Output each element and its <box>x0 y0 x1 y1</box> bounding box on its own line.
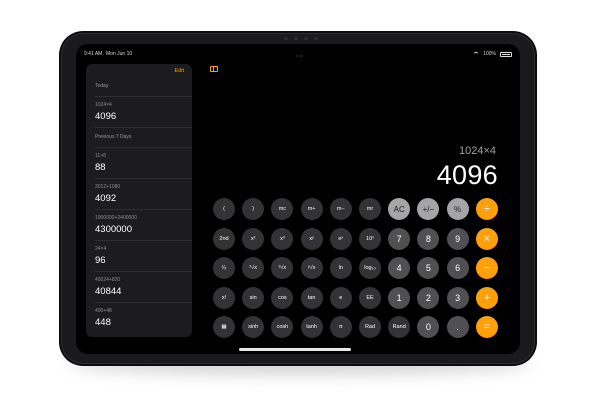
status-time: 9:41 AM <box>84 51 103 57</box>
cos-key[interactable]: cos <box>271 286 294 309</box>
divider <box>95 96 192 97</box>
divider <box>95 302 192 303</box>
mc-key[interactable]: mc <box>271 198 294 220</box>
log-key[interactable]: log₁₀ <box>359 257 381 279</box>
history-result: 4300000 <box>95 224 132 235</box>
plus-minus-key[interactable]: +/− <box>417 198 440 220</box>
sinh-key[interactable]: sinh <box>242 316 265 338</box>
history-result: 4092 <box>95 193 117 204</box>
percent-key[interactable]: % <box>446 198 469 220</box>
7-key[interactable]: 7 <box>388 227 411 250</box>
rand-key[interactable]: Rand <box>388 316 411 338</box>
history-item[interactable]: 24×4 96 <box>95 246 185 266</box>
tanh-key[interactable]: tanh <box>300 316 323 338</box>
x-key[interactable]: x² <box>242 227 265 250</box>
history-result: 88 <box>95 162 106 173</box>
history-result: 96 <box>95 255 106 266</box>
status-right: 100% <box>473 51 512 57</box>
decimal-key[interactable]: . <box>446 316 469 338</box>
wifi-icon <box>473 51 480 57</box>
expression-display: 1024×4 <box>458 145 496 157</box>
history-item[interactable]: 1900000+2400000 4300000 <box>95 215 185 235</box>
x-key[interactable]: x! <box>213 286 235 309</box>
cosh-key[interactable]: cosh <box>271 316 294 338</box>
divider <box>95 240 192 241</box>
equals-key[interactable]: = <box>475 316 498 338</box>
ee-key[interactable]: EE <box>359 286 381 309</box>
history-item[interactable]: 40024+820 40844 <box>95 277 185 297</box>
home-indicator[interactable] <box>239 348 351 351</box>
8-key[interactable]: 8 <box>417 227 440 250</box>
history-expression: 1024×4 <box>95 102 112 108</box>
edit-button[interactable]: Edit <box>175 68 184 74</box>
divider <box>95 127 192 128</box>
battery-icon <box>500 51 512 57</box>
x-key[interactable]: xʸ <box>300 227 323 250</box>
ln-key[interactable]: ln <box>329 257 352 279</box>
x-key[interactable]: ³√x <box>271 257 294 279</box>
history-item[interactable]: 3012+1080 4092 <box>95 184 185 204</box>
front-camera <box>281 37 321 40</box>
add-key[interactable]: + <box>475 286 498 309</box>
status-bar: 9:41 AM Mon Jun 10 ••• 100% <box>84 51 512 61</box>
divider <box>95 147 192 148</box>
sidebar-toggle-icon[interactable] <box>210 66 218 72</box>
e-key[interactable]: e <box>329 286 352 309</box>
multitask-dots-icon[interactable]: ••• <box>296 53 303 58</box>
divider <box>95 271 192 272</box>
x-key[interactable]: ²√x <box>242 257 265 279</box>
1-key[interactable]: 1 <box>388 286 411 309</box>
section-previous-7-days: Previous 7 Days <box>95 134 132 140</box>
6-key[interactable]: 6 <box>446 257 469 279</box>
history-expression: 400+48 <box>95 308 112 314</box>
10-key[interactable]: 10ˣ <box>359 227 381 250</box>
history-expression: 3012+1080 <box>95 184 121 190</box>
3-key[interactable]: 3 <box>446 286 469 309</box>
4-key[interactable]: 4 <box>388 257 411 279</box>
battery-percent: 100% <box>483 51 496 57</box>
2nd-key[interactable]: 2nd <box>213 227 235 250</box>
ac-key[interactable]: AC <box>388 198 411 220</box>
history-panel: Edit Today 1024×4 4096 Previous 7 Days 1… <box>86 64 192 337</box>
0-key[interactable]: 0 <box>417 316 440 338</box>
history-expression: 1900000+2400000 <box>95 215 137 221</box>
2-key[interactable]: 2 <box>417 286 440 309</box>
key-2-0-key[interactable]: ¹⁄ₓ <box>213 257 235 279</box>
m-key[interactable]: m+ <box>300 198 323 220</box>
rad-key[interactable]: Rad <box>359 316 381 338</box>
close-paren-key[interactable]: ) <box>242 198 265 220</box>
sin-key[interactable]: sin <box>242 286 265 309</box>
5-key[interactable]: 5 <box>417 257 440 279</box>
multiply-key[interactable]: × <box>475 227 498 250</box>
keypad: () mc m+ m− mr AC +/−% ÷ 2nd x² x³ xʸ eˣ 10ˣ 7 8 9 × ¹⁄ₓ ²√… <box>213 198 504 338</box>
calculator-mode-icon[interactable]: ▦ <box>213 316 235 338</box>
section-today: Today <box>95 83 109 89</box>
e-key[interactable]: eˣ <box>329 227 352 250</box>
screen: 9:41 AM Mon Jun 10 ••• 100% Edit Today 1… <box>76 44 520 354</box>
m-key[interactable]: m− <box>329 198 352 220</box>
history-result: 40844 <box>95 286 122 297</box>
history-result: 448 <box>95 317 111 328</box>
9-key[interactable]: 9 <box>446 227 469 250</box>
open-paren-key[interactable]: ( <box>213 198 235 220</box>
history-expression: 24×4 <box>95 246 107 252</box>
key-4-4-key[interactable]: π <box>329 316 352 338</box>
status-date: Mon Jun 10 <box>106 51 133 57</box>
result-display: 4096 <box>436 160 498 190</box>
divider <box>95 178 192 179</box>
tan-key[interactable]: tan <box>300 286 323 309</box>
x-key[interactable]: x³ <box>271 227 294 250</box>
history-expression: 11×8 <box>95 153 106 159</box>
history-expression: 40024+820 <box>95 277 121 283</box>
history-item[interactable]: 400+48 448 <box>95 308 185 328</box>
mr-key[interactable]: mr <box>359 198 381 220</box>
divide-key[interactable]: ÷ <box>475 198 498 220</box>
subtract-key[interactable]: − <box>475 257 498 279</box>
history-result: 4096 <box>95 111 117 122</box>
x-key[interactable]: ʸ√x <box>300 257 323 279</box>
history-item[interactable]: 11×8 88 <box>95 153 185 173</box>
history-item[interactable]: 1024×4 4096 <box>95 102 185 122</box>
divider <box>95 209 192 210</box>
